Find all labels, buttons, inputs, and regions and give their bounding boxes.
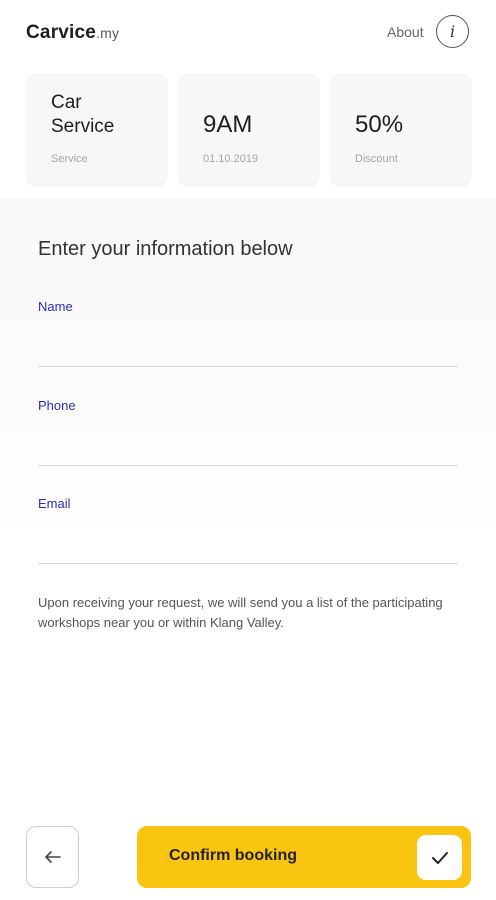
service-subtitle: Service	[51, 153, 88, 165]
phone-label: Phone	[38, 398, 76, 413]
form-heading: Enter your information below	[38, 238, 293, 260]
arrow-left-icon	[44, 851, 61, 863]
name-underline	[38, 366, 458, 367]
discount-value: 50%	[355, 111, 404, 138]
email-label: Email	[38, 496, 71, 511]
app-header: Carvice.my About i	[0, 0, 496, 70]
confirm-booking-label: Confirm booking	[169, 847, 297, 864]
name-input[interactable]	[38, 332, 462, 362]
back-button[interactable]	[26, 826, 79, 888]
info-note: Upon receiving your request, we will sen…	[38, 595, 443, 630]
email-underline	[38, 563, 458, 564]
service-title-line2: Service	[51, 116, 115, 137]
email-input[interactable]	[38, 529, 462, 559]
checkmark-icon	[431, 851, 448, 864]
confirm-check-box	[417, 835, 462, 880]
about-link[interactable]: About	[387, 24, 424, 40]
phone-input[interactable]	[38, 431, 462, 461]
brand-logo[interactable]: Carvice.my	[26, 22, 119, 44]
info-icon[interactable]: i	[436, 15, 469, 48]
discount-subtitle: Discount	[355, 153, 398, 165]
service-card: Car Service Service	[26, 73, 168, 187]
service-title-line1: Car	[51, 92, 82, 113]
date-subtitle: 01.10.2019	[203, 153, 259, 165]
brand-tld: .my	[96, 25, 120, 41]
time-value: 9AM	[203, 111, 253, 138]
discount-card: 50% Discount	[330, 73, 472, 187]
confirm-booking-button[interactable]: Confirm booking	[137, 826, 471, 888]
time-card: 9AM 01.10.2019	[178, 73, 320, 187]
phone-underline	[38, 465, 458, 466]
brand-name: Carvice	[26, 22, 97, 43]
name-label: Name	[38, 299, 73, 314]
